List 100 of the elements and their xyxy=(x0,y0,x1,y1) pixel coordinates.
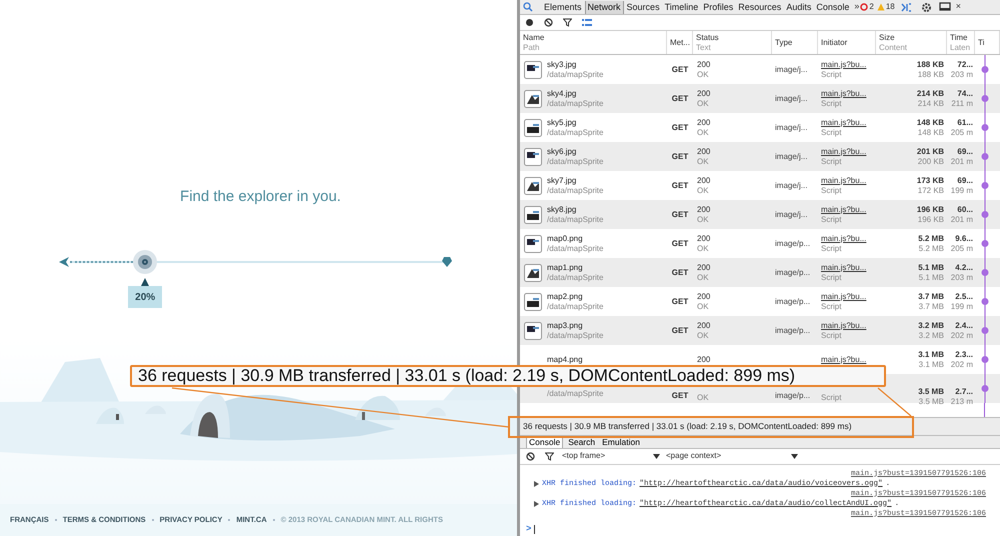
initiator-link[interactable]: main.js?bu... xyxy=(821,262,873,272)
column-header[interactable]: Initiator xyxy=(818,31,876,54)
status-text: OK xyxy=(697,128,710,138)
time-cell: 2.3... xyxy=(955,350,973,360)
size-cell: 3.7 MB xyxy=(918,292,944,302)
dock-icon[interactable] xyxy=(938,2,951,12)
clear-icon[interactable] xyxy=(544,18,553,27)
column-header[interactable]: Type xyxy=(772,31,818,54)
initiator-type: Script xyxy=(821,214,842,224)
status-text: OK xyxy=(697,156,710,166)
latency-cell: 205 m xyxy=(950,128,973,138)
content-size: 5.1 MB xyxy=(918,272,944,282)
time-cell: 72... xyxy=(957,60,973,70)
error-icon[interactable] xyxy=(860,3,868,11)
type-cell: image/j... xyxy=(775,152,808,162)
expand-icon[interactable] xyxy=(534,500,539,506)
filter-icon[interactable] xyxy=(545,452,554,460)
initiator-link[interactable]: main.js?bu... xyxy=(821,176,873,186)
request-row[interactable]: sky6.jpg /data/mapSprite GET 200 OK image/j... main.js?bu... Script 201 KB 200 KB 69... 201 m xyxy=(520,142,1000,171)
record-icon[interactable] xyxy=(525,18,534,27)
time-cell: 4.2... xyxy=(955,262,973,272)
column-header[interactable]: Status Text xyxy=(693,31,772,54)
thumbnail-icon xyxy=(524,118,542,136)
panel-tab[interactable]: Audits xyxy=(784,0,814,14)
content-size: 5.2 MB xyxy=(918,244,944,254)
file-path: /data/mapSprite xyxy=(547,186,604,196)
initiator-link[interactable]: main.js?bu... xyxy=(821,234,873,244)
status-code: 200 xyxy=(697,262,712,272)
filter-icon[interactable] xyxy=(563,18,572,27)
status-text: OK xyxy=(697,98,710,108)
settings-icon[interactable] xyxy=(920,2,932,12)
slider-thumb[interactable] xyxy=(133,250,158,274)
panel-tab[interactable]: Profiles xyxy=(701,0,736,14)
latency-cell: 211 m xyxy=(951,98,973,108)
initiator-link[interactable]: main.js?bu... xyxy=(821,354,873,364)
column-header[interactable]: Name Path xyxy=(520,31,667,54)
file-name: map4.png xyxy=(547,354,583,364)
status-text: OK xyxy=(697,272,710,282)
latency-cell: 201 m xyxy=(950,214,973,224)
column-header[interactable]: Met... xyxy=(667,31,693,54)
expand-icon[interactable] xyxy=(534,480,539,486)
latency-cell: 205 m xyxy=(950,244,973,254)
tagline: Find the explorer in you. xyxy=(179,187,341,206)
status-text: OK xyxy=(697,214,710,224)
panel-tab[interactable]: Network xyxy=(584,0,624,14)
initiator-link[interactable]: main.js?bu... xyxy=(821,88,873,98)
type-cell: image/j... xyxy=(775,94,808,104)
panel-tab[interactable]: Sources xyxy=(624,0,662,14)
size-cell: 3.5 MB xyxy=(918,387,944,397)
file-path: /data/mapSprite xyxy=(547,214,604,224)
drawer-tab[interactable]: Emulation xyxy=(600,436,642,448)
column-header[interactable]: Time Laten xyxy=(947,31,975,54)
request-row[interactable]: sky4.jpg /data/mapSprite GET 200 OK image/j... main.js?bu... Script 214 KB 214 KB 74... 211 m xyxy=(520,84,1000,113)
latency-cell: 202 m xyxy=(950,360,973,370)
type-cell: image/p... xyxy=(775,238,810,248)
request-row[interactable]: map3.png /data/mapSprite GET 200 OK image/p... main.js?bu... Script 3.2 MB 3.2 MB 2.4... 202 m xyxy=(520,316,1000,345)
drawer-tab[interactable]: Search xyxy=(566,436,598,448)
time-cell: 60... xyxy=(957,204,973,214)
file-name: sky8.jpg xyxy=(547,204,578,214)
more-tabs-button[interactable]: » xyxy=(854,0,860,14)
file-name: sky5.jpg xyxy=(547,118,578,128)
context-dropdown[interactable]: <page context> xyxy=(666,450,798,462)
column-header[interactable]: Ti xyxy=(975,31,1000,54)
close-button[interactable]: × xyxy=(956,0,961,14)
thumbnail-icon xyxy=(524,60,542,78)
initiator-link[interactable]: main.js?bu... xyxy=(821,60,873,70)
method-cell: GET xyxy=(672,210,688,220)
list-view-icon[interactable] xyxy=(582,18,592,26)
initiator-type: Script xyxy=(821,128,842,138)
initiator-link[interactable]: main.js?bu... xyxy=(821,292,873,302)
time-cell: 2.5... xyxy=(955,292,973,302)
request-row[interactable]: map1.png /data/mapSprite GET 200 OK image/p... main.js?bu... Script 5.1 MB 5.1 MB 4.2... 203 m xyxy=(520,258,1000,287)
panel-tab[interactable]: Elements xyxy=(542,0,584,14)
panel-tab[interactable]: Resources xyxy=(736,0,784,14)
file-name: sky3.jpg xyxy=(547,60,578,70)
frame-dropdown[interactable]: <top frame> xyxy=(562,450,660,462)
gem-icon[interactable] xyxy=(442,256,452,268)
clear-icon[interactable] xyxy=(526,452,535,460)
type-cell: image/p... xyxy=(775,390,810,400)
initiator-type: Script xyxy=(821,393,842,403)
thumbnail-icon xyxy=(524,234,542,252)
panel-tab[interactable]: Console xyxy=(814,0,852,14)
back-arrow-icon[interactable] xyxy=(58,256,70,268)
request-row[interactable]: sky8.jpg /data/mapSprite GET 200 OK image/j... main.js?bu... Script 196 KB 196 KB 60... 201 m xyxy=(520,200,1000,229)
initiator-link[interactable]: main.js?bu... xyxy=(821,204,873,214)
text-cursor xyxy=(534,524,536,534)
caret-icon xyxy=(653,454,660,458)
column-header[interactable]: Size Content xyxy=(876,31,947,54)
panel-tab[interactable]: Timeline xyxy=(662,0,700,14)
thumbnail-icon xyxy=(524,206,542,224)
console-prompt: > xyxy=(526,522,532,536)
drawer-icon[interactable] xyxy=(900,2,912,12)
initiator-link[interactable]: main.js?bu... xyxy=(821,320,873,330)
size-cell: 5.2 MB xyxy=(918,234,944,244)
initiator-link[interactable]: main.js?bu... xyxy=(821,118,873,128)
content-size: 148 KB xyxy=(918,128,944,138)
method-cell: GET xyxy=(672,390,688,400)
search-icon[interactable] xyxy=(523,2,533,12)
initiator-link[interactable]: main.js?bu... xyxy=(821,146,873,156)
initiator-type: Script xyxy=(821,330,842,340)
